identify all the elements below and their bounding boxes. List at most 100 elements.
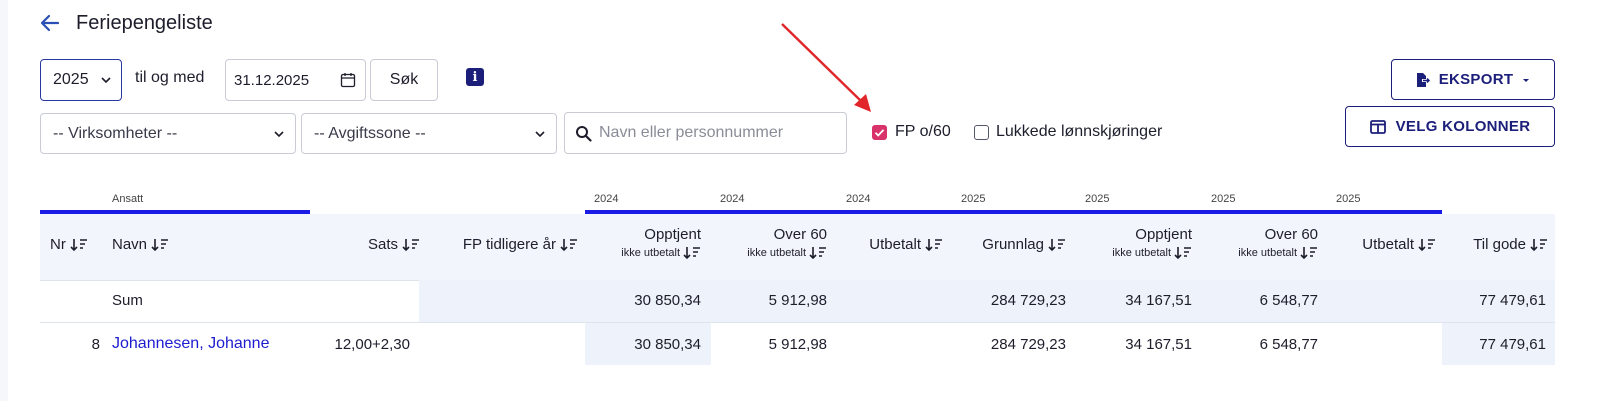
- year-select-value: 2025: [53, 71, 89, 88]
- back-arrow-icon[interactable]: [38, 11, 62, 35]
- chevron-down-icon: [101, 77, 111, 84]
- row-opptjent-2024: 30 850,34: [634, 336, 701, 353]
- lukkede-lonnskjoringer-checkbox[interactable]: [974, 125, 989, 140]
- col-header-opptjent-2025-label: Opptjent: [1135, 226, 1192, 243]
- group-label-2025: 2025: [1211, 193, 1236, 205]
- sort-icon: [1174, 247, 1191, 260]
- virksomheter-value: -- Virksomheter --: [53, 124, 178, 142]
- row-over60-2024: 5 912,98: [768, 336, 827, 353]
- avgiftssone-value: -- Avgiftssone --: [314, 124, 426, 142]
- columns-icon: [1369, 119, 1386, 134]
- col-header-grunnlag-label: Grunnlag: [982, 236, 1044, 253]
- caret-down-icon: [1523, 78, 1530, 82]
- fp-o60-label[interactable]: FP o/60: [895, 123, 951, 141]
- chevron-down-icon: [274, 131, 284, 138]
- row-over60-2025: 6 548,77: [1259, 336, 1318, 353]
- group-label-2024: 2024: [846, 193, 871, 205]
- checkmark-icon: [874, 129, 885, 137]
- red-arrow-annotation: [781, 23, 871, 112]
- group-label-2025: 2025: [1085, 193, 1110, 205]
- group-label-2025: 2025: [961, 193, 986, 205]
- export-button-label: EKSPORT: [1438, 71, 1514, 88]
- sort-icon: [402, 238, 419, 251]
- export-button[interactable]: EKSPORT: [1391, 59, 1555, 100]
- sort-icon: [925, 238, 942, 251]
- group-label-2025: 2025: [1336, 193, 1361, 205]
- col-header-fp-tidligere-label: FP tidligere år: [462, 236, 556, 253]
- row-nr: 8: [91, 336, 100, 353]
- sort-icon: [1418, 238, 1435, 251]
- sum-over60-2024: 5 912,98: [768, 292, 827, 309]
- sum-opptjent-2025: 34 167,51: [1125, 292, 1192, 309]
- avgiftssone-select[interactable]: -- Avgiftssone --: [301, 113, 557, 154]
- group-label-2024: 2024: [720, 193, 745, 205]
- lukkede-lonnskjoringer-label[interactable]: Lukkede lønnskjøringer: [996, 123, 1162, 141]
- col-header-nr[interactable]: Nr: [50, 236, 88, 253]
- col-header-opptjent-2025-sub: ikke utbetalt: [1112, 246, 1192, 260]
- col-header-nr-label: Nr: [50, 236, 66, 253]
- sort-icon: [560, 238, 577, 251]
- col-header-utbetalt-2025[interactable]: Utbetalt: [1328, 236, 1436, 253]
- col-header-opptjent-2025[interactable]: Opptjent ikke utbetalt: [1081, 226, 1192, 261]
- col-header-opptjent-2024-sub: ikke utbetalt: [621, 246, 701, 260]
- sum-til-gode: 77 479,61: [1479, 292, 1546, 309]
- name-search-placeholder: Navn eller personnummer: [599, 124, 784, 141]
- col-header-over60-2025-sub: ikke utbetalt: [1238, 246, 1318, 260]
- sum-label: Sum: [112, 292, 143, 309]
- sort-icon: [151, 238, 169, 251]
- sort-icon: [1048, 238, 1065, 251]
- date-input-value: 31.12.2025: [234, 71, 310, 89]
- col-header-grunnlag-2025[interactable]: Grunnlag: [953, 236, 1066, 253]
- sub-label: ikke utbetalt: [747, 247, 806, 259]
- col-header-til-gode-label: Til gode: [1473, 236, 1526, 253]
- col-header-fp-tidligere-ar[interactable]: FP tidligere år: [432, 236, 578, 253]
- search-button[interactable]: Søk: [370, 59, 438, 101]
- col-header-opptjent-2024-label: Opptjent: [644, 226, 701, 243]
- row-opptjent-2025: 34 167,51: [1125, 336, 1192, 353]
- name-search-input[interactable]: Navn eller personnummer: [564, 112, 847, 154]
- col-header-over60-2024[interactable]: Over 60 ikke utbetalt: [716, 226, 827, 261]
- col-header-utbetalt-2025-label: Utbetalt: [1362, 236, 1414, 253]
- info-icon[interactable]: i: [466, 68, 484, 86]
- col-header-opptjent-2024[interactable]: Opptjent ikke utbetalt: [590, 226, 701, 261]
- group-label-ansatt: Ansatt: [112, 193, 144, 205]
- col-header-navn[interactable]: Navn: [112, 236, 169, 253]
- col-header-sats[interactable]: Sats: [328, 236, 420, 253]
- til-og-med-label: til og med: [135, 69, 205, 86]
- row-til-gode: 77 479,61: [1479, 336, 1546, 353]
- sum-opptjent-2024: 30 850,34: [634, 292, 701, 309]
- search-icon: [576, 126, 592, 142]
- col-header-til-gode[interactable]: Til gode: [1448, 236, 1548, 253]
- col-header-navn-label: Navn: [112, 236, 148, 253]
- date-input[interactable]: 31.12.2025: [225, 59, 366, 101]
- chevron-down-icon: [535, 131, 545, 138]
- col-header-utbetalt-2024[interactable]: Utbetalt: [838, 236, 943, 253]
- row-divider: [40, 322, 1555, 323]
- sub-label: ikke utbetalt: [1112, 247, 1171, 259]
- col-header-over60-2024-label: Over 60: [773, 226, 827, 243]
- row-grunnlag-2025: 284 729,23: [990, 336, 1066, 353]
- sub-label: ikke utbetalt: [1238, 247, 1297, 259]
- fp-o60-checkbox[interactable]: [872, 125, 887, 140]
- sort-icon: [1300, 247, 1317, 260]
- employee-name-link[interactable]: Johannesen, Johanne: [112, 335, 269, 353]
- page: Feriepengeliste 2025 til og med 31.12.20…: [8, 0, 1600, 401]
- sort-icon: [1530, 238, 1547, 251]
- group-label-2024: 2024: [594, 193, 619, 205]
- col-header-sats-label: Sats: [367, 236, 398, 253]
- file-export-icon: [1416, 72, 1430, 87]
- year-select[interactable]: 2025: [40, 59, 122, 101]
- virksomheter-select[interactable]: -- Virksomheter --: [40, 113, 296, 154]
- col-header-over60-2024-sub: ikke utbetalt: [747, 246, 827, 260]
- sub-label: ikke utbetalt: [621, 247, 680, 259]
- sum-grunnlag-2025: 284 729,23: [990, 292, 1066, 309]
- sort-icon: [70, 238, 87, 251]
- row-sats: 12,00+2,30: [334, 336, 411, 353]
- choose-columns-label: VELG KOLONNER: [1395, 118, 1531, 135]
- col-header-utbetalt-2024-label: Utbetalt: [869, 236, 921, 253]
- choose-columns-button[interactable]: VELG KOLONNER: [1345, 106, 1555, 147]
- calendar-icon[interactable]: [340, 72, 356, 88]
- sort-icon: [683, 247, 700, 260]
- col-header-over60-2025[interactable]: Over 60 ikke utbetalt: [1207, 226, 1318, 261]
- sort-icon: [809, 247, 826, 260]
